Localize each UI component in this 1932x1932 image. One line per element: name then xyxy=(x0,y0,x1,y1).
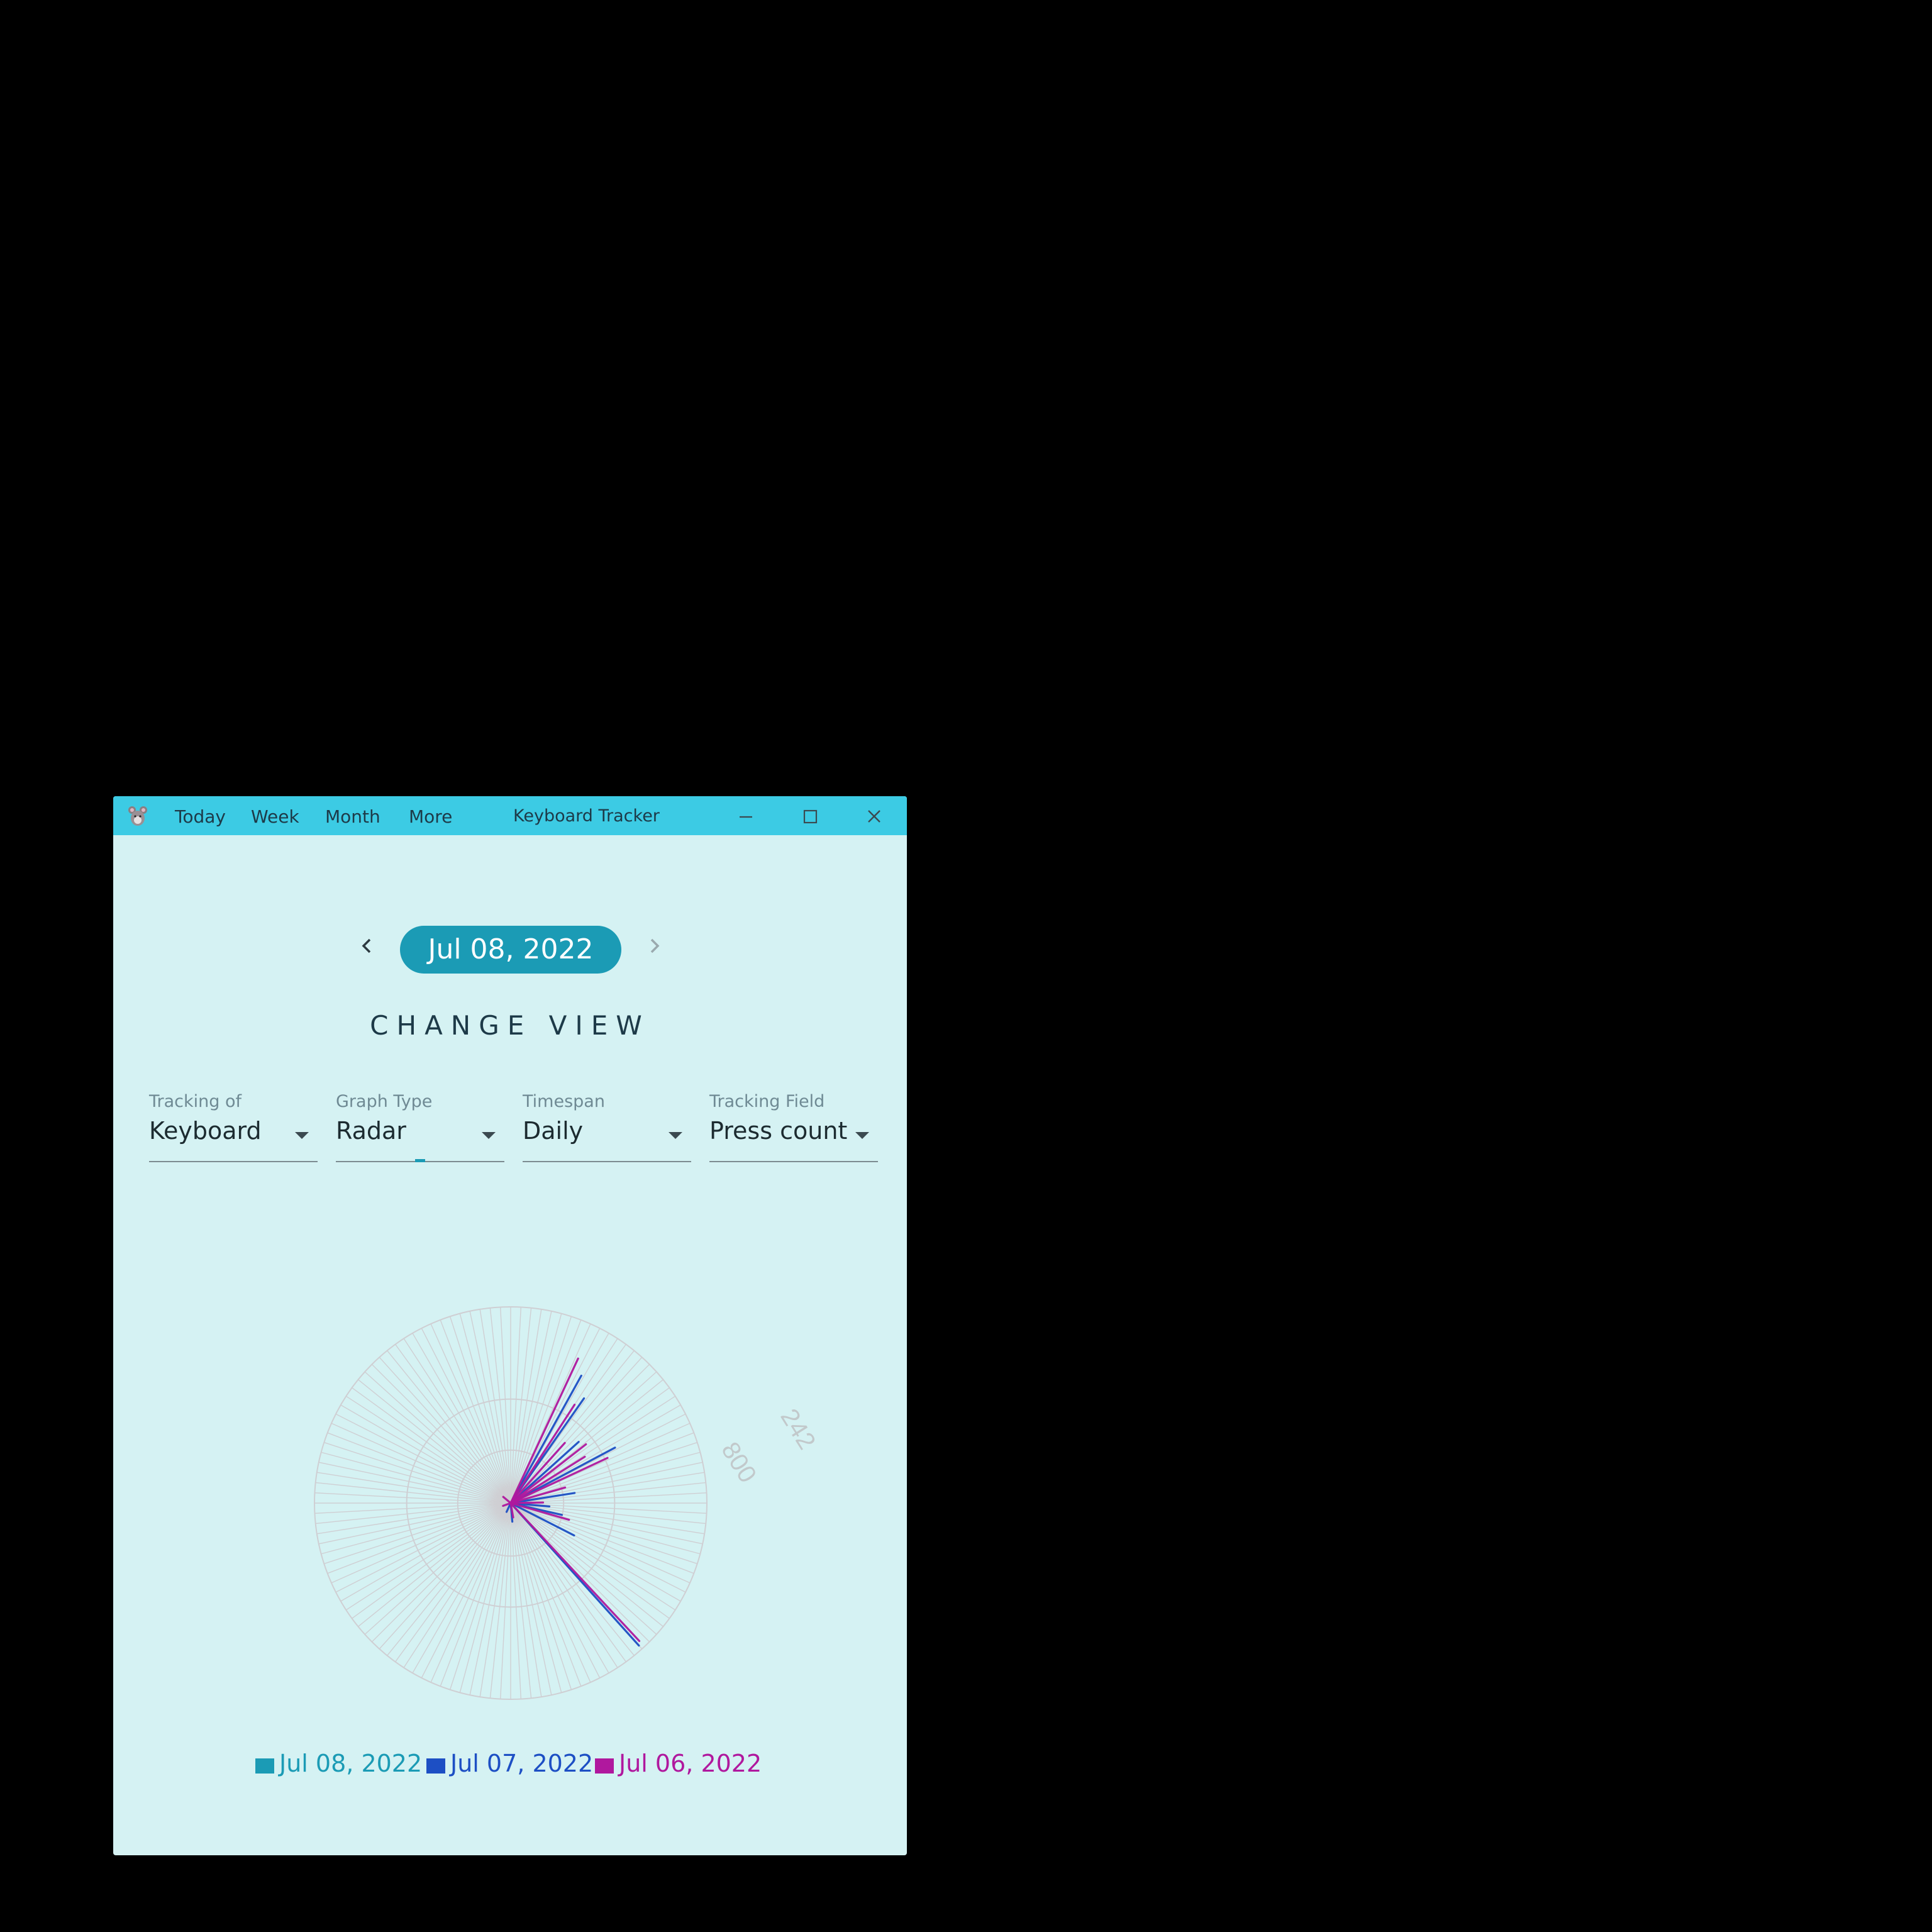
app-window: Today Week Month More Keyboard Tracker J… xyxy=(113,796,907,1855)
radar-spoke xyxy=(340,1404,511,1504)
radar-series xyxy=(502,1357,641,1647)
legend-label: Jul 08, 2022 xyxy=(279,1750,423,1777)
radar-spoke xyxy=(421,1502,511,1679)
radial-tick-label: 800 xyxy=(716,1437,762,1487)
radar-spoke xyxy=(335,1413,511,1504)
radar-spoke xyxy=(371,1502,511,1643)
radar-spoke xyxy=(510,1502,681,1602)
radar-spoke xyxy=(510,1502,522,1699)
radar-spoke xyxy=(510,1502,691,1584)
radar-spoke xyxy=(489,1307,511,1504)
radar-spoke xyxy=(510,1502,591,1683)
legend-swatch xyxy=(595,1758,614,1774)
radar-spoke xyxy=(510,1502,532,1699)
radar-spoke xyxy=(331,1423,511,1504)
radar-spoke xyxy=(315,1502,511,1524)
radar-spoke xyxy=(412,1333,511,1504)
radar-spoke xyxy=(340,1502,511,1602)
radar-spoke xyxy=(510,1404,681,1504)
legend-swatch xyxy=(255,1758,274,1774)
radar-spoke xyxy=(499,1307,511,1504)
radar-spoke xyxy=(430,1502,511,1683)
legend-label: Jul 07, 2022 xyxy=(450,1750,594,1777)
radar-spoke xyxy=(499,1502,511,1699)
radar-spoke xyxy=(315,1482,511,1504)
radar-spoke xyxy=(449,1502,511,1690)
radar-spoke xyxy=(421,1328,511,1504)
radar-spoke xyxy=(449,1316,511,1504)
radar-spoke xyxy=(510,1502,572,1690)
radar-spoke xyxy=(510,1328,601,1504)
radar-spoke xyxy=(412,1502,511,1674)
radar-spoke xyxy=(331,1502,511,1584)
radar-spoke xyxy=(510,1307,532,1504)
radar-spoke xyxy=(510,1502,601,1679)
radar-spoke xyxy=(489,1502,511,1699)
radar-chart: 242 800 xyxy=(314,1306,821,1700)
radar-spoke xyxy=(510,1363,650,1504)
radar-spoke xyxy=(430,1323,511,1504)
radar-spoke xyxy=(324,1502,511,1565)
radar-spoke xyxy=(371,1363,511,1504)
radial-tick-label: 242 xyxy=(775,1404,821,1454)
legend-swatch xyxy=(426,1758,445,1774)
radar-spoke xyxy=(335,1502,511,1593)
legend-label: Jul 06, 2022 xyxy=(619,1750,762,1777)
radar-spoke xyxy=(510,1307,522,1504)
radar-spoke xyxy=(510,1502,650,1643)
radar-spoke xyxy=(324,1441,511,1504)
chart-legend: Jul 08, 2022 Jul 07, 2022 Jul 06, 2022 xyxy=(113,1746,907,1784)
radar-spoke xyxy=(314,1502,511,1514)
radar-spoke xyxy=(314,1492,511,1504)
radar-spike xyxy=(509,1501,545,1504)
